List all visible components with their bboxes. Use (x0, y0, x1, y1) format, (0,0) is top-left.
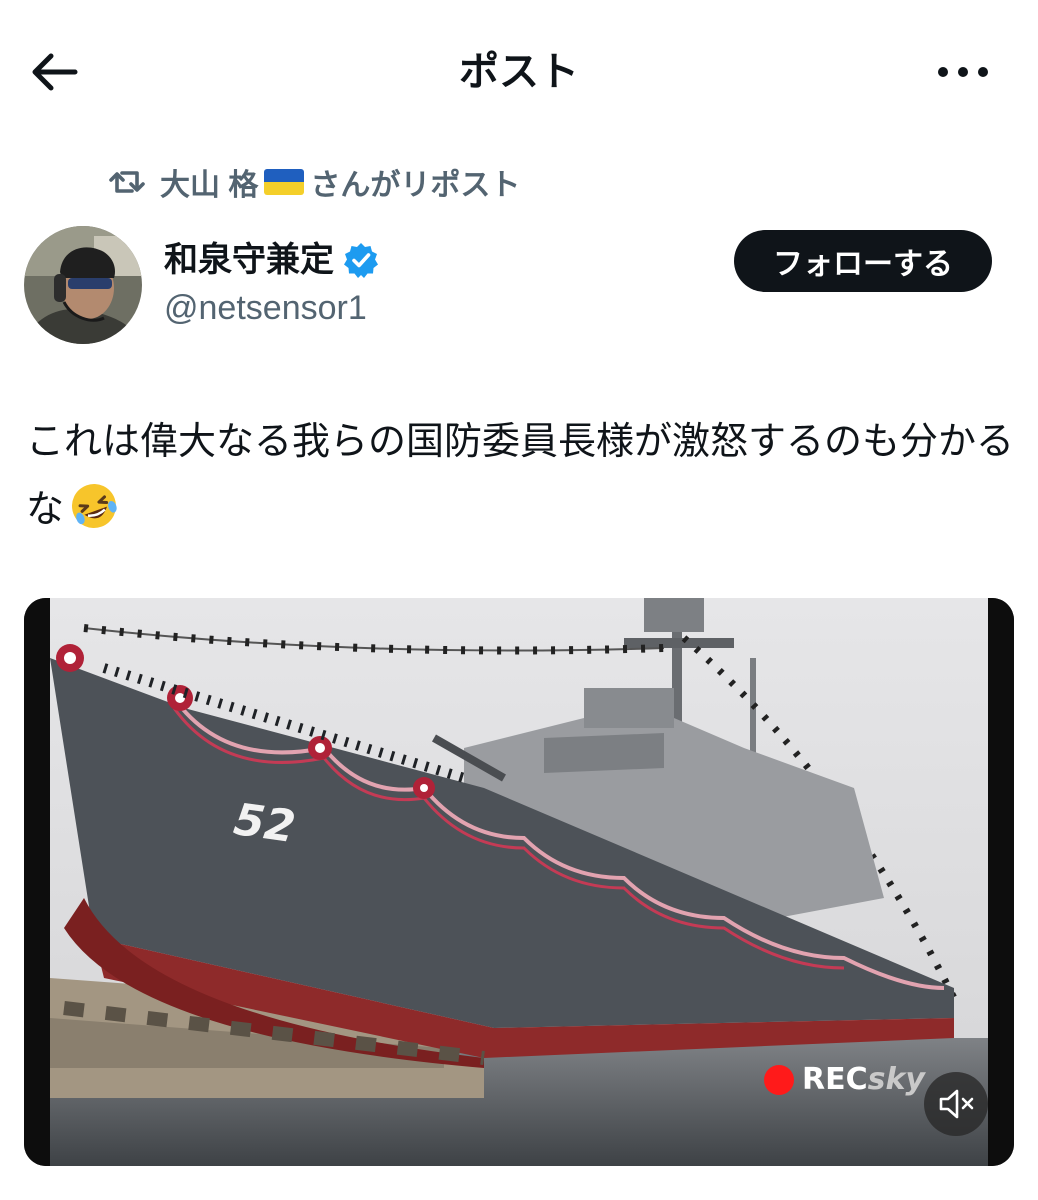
post-text-content: これは偉大なる我らの国防委員長様が激怒するのも分かるな (26, 421, 1015, 531)
avatar-image (24, 226, 142, 344)
avatar[interactable] (24, 226, 142, 344)
repost-icon (109, 171, 145, 193)
repost-user-name: 大山 格 (160, 169, 259, 202)
post-text: これは偉大なる我らの国防委員長様が激怒するのも分かるな (26, 408, 1016, 544)
follow-button[interactable]: フォローする (734, 230, 992, 292)
rec-dot-icon (764, 1064, 794, 1095)
more-options-button[interactable] (928, 44, 998, 100)
author-handle[interactable]: @netsensor1 (164, 284, 367, 332)
page-title: ポスト (459, 50, 579, 94)
top-bar: ポスト (0, 0, 1038, 140)
display-name-text: 和泉守兼定 (164, 241, 334, 279)
mute-toggle-button[interactable] (924, 1072, 988, 1136)
speaker-muted-icon (939, 1089, 974, 1119)
ellipsis-icon (938, 67, 988, 77)
author-display-name[interactable]: 和泉守兼定 (164, 236, 380, 284)
video-player[interactable]: 52 REC sky (24, 598, 1014, 1166)
ukraine-flag-icon (264, 169, 305, 195)
rolling-on-floor-laughing-emoji-icon (72, 484, 117, 528)
watermark-sky-text: sky (867, 1062, 925, 1097)
repost-suffix: さんがリポスト (310, 169, 521, 202)
watermark-rec-text: REC (802, 1062, 868, 1097)
hull-number: 52 (231, 794, 299, 853)
verified-badge-icon (344, 243, 378, 278)
repost-indicator[interactable]: 大山 格 さんがリポスト (108, 160, 520, 204)
rec-sky-watermark: REC sky (764, 1062, 925, 1097)
